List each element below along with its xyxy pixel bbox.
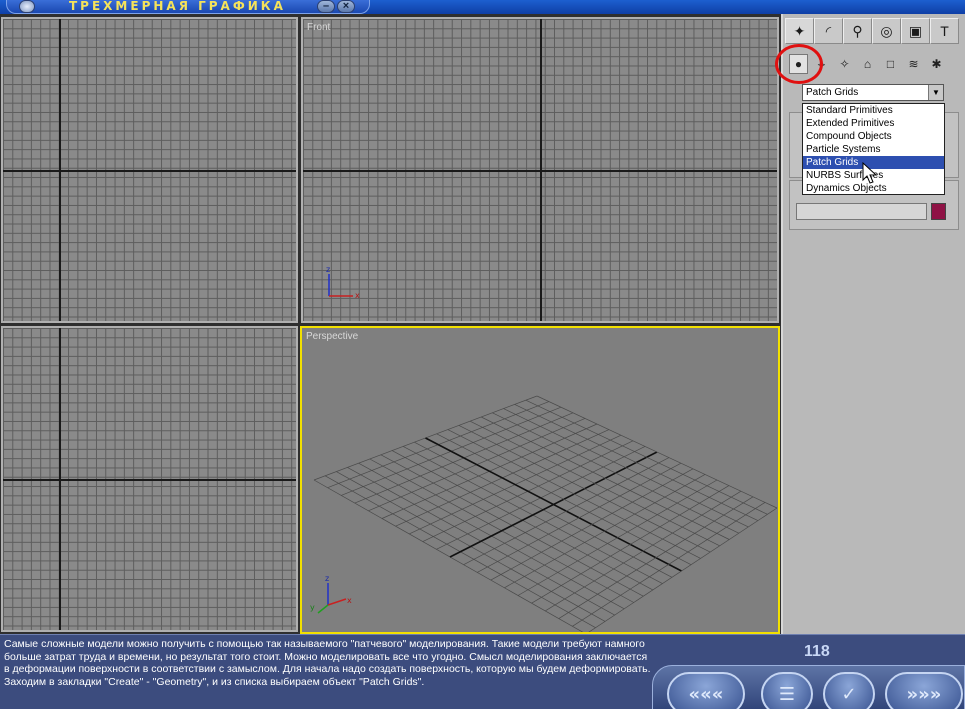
page-number: 118	[804, 643, 830, 660]
dropdown-item[interactable]: Compound Objects	[803, 130, 944, 143]
viewport-front[interactable]: Front z x	[301, 17, 779, 323]
dropdown-item[interactable]: Extended Primitives	[803, 117, 944, 130]
grid-axis-horizontal	[303, 170, 777, 172]
title-bar: ТРЕХМЕРНАЯ ГРАФИКА – ×	[0, 0, 965, 14]
navigation-bar: ««« ☰ ✓ »»»	[652, 665, 965, 709]
command-panel: ✦ ◜ ⚲ ◎ ▣ T ● ⟡ ✧ ⌂ □ ≋ ✱ Patch Grids ▼ Standard Pr…	[781, 14, 965, 634]
viewport-top[interactable]	[1, 17, 298, 323]
highlight-circle	[775, 44, 823, 84]
viewport-perspective[interactable]: Perspective z x y	[300, 326, 780, 634]
object-name-field[interactable]	[796, 203, 927, 220]
mouse-pointer-icon	[862, 162, 878, 184]
lesson-footer: Самые сложные модели можно получить с по…	[0, 634, 965, 709]
systems-icon[interactable]: ✱	[927, 54, 946, 74]
axis-z-label: z	[325, 574, 329, 583]
minimize-button[interactable]: –	[317, 0, 335, 13]
lights-icon[interactable]: ✧	[835, 54, 854, 74]
check-button[interactable]: ✓	[823, 672, 875, 709]
grid-axis-horizontal	[3, 170, 296, 172]
cameras-icon[interactable]: ⌂	[858, 54, 877, 74]
axis-x-label: x	[355, 291, 360, 300]
contents-button[interactable]: ☰	[761, 672, 813, 709]
app-icon[interactable]	[19, 0, 35, 13]
motion-icon[interactable]: ◎	[872, 18, 901, 44]
axis-z-label: z	[326, 265, 330, 274]
close-button[interactable]: ×	[337, 0, 355, 13]
category-dropdown[interactable]: Patch Grids ▼	[802, 84, 944, 101]
object-color-swatch[interactable]	[931, 203, 946, 220]
create-icon[interactable]: ✦	[785, 18, 814, 44]
category-selected-value: Patch Grids	[806, 87, 859, 98]
viewport-label: Front	[307, 22, 331, 33]
viewport-area: Front z x Perspective z x y	[0, 14, 781, 634]
command-tabs: ✦ ◜ ⚲ ◎ ▣ T	[785, 18, 959, 44]
grid-axis-horizontal	[3, 479, 296, 481]
axis-x-label: x	[347, 596, 352, 605]
space-warps-icon[interactable]: ≋	[904, 54, 923, 74]
axis-tripod-icon: z x	[326, 265, 360, 300]
utilities-icon[interactable]: T	[930, 18, 959, 44]
display-icon[interactable]: ▣	[901, 18, 930, 44]
lesson-text: Самые сложные модели можно получить с по…	[4, 638, 651, 688]
next-button[interactable]: »»»	[885, 672, 963, 709]
chevron-down-icon[interactable]: ▼	[928, 85, 943, 100]
axis-tripod-icon: z x y	[310, 574, 352, 614]
grid-line	[572, 502, 766, 627]
helpers-icon[interactable]: □	[881, 54, 900, 74]
window-title: ТРЕХМЕРНАЯ ГРАФИКА	[69, 0, 286, 13]
title-pill: ТРЕХМЕРНАЯ ГРАФИКА – ×	[6, 0, 370, 14]
modify-icon[interactable]: ◜	[814, 18, 843, 44]
previous-button[interactable]: «««	[667, 672, 745, 709]
dropdown-item[interactable]: Particle Systems	[803, 143, 944, 156]
perspective-grid	[313, 395, 778, 632]
dropdown-item[interactable]: Standard Primitives	[803, 104, 944, 117]
axis-y-label: y	[310, 603, 315, 612]
app-window: ТРЕХМЕРНАЯ ГРАФИКА – × Front z x Perspec…	[0, 0, 965, 709]
viewport-left[interactable]	[1, 326, 298, 632]
hierarchy-icon[interactable]: ⚲	[843, 18, 872, 44]
